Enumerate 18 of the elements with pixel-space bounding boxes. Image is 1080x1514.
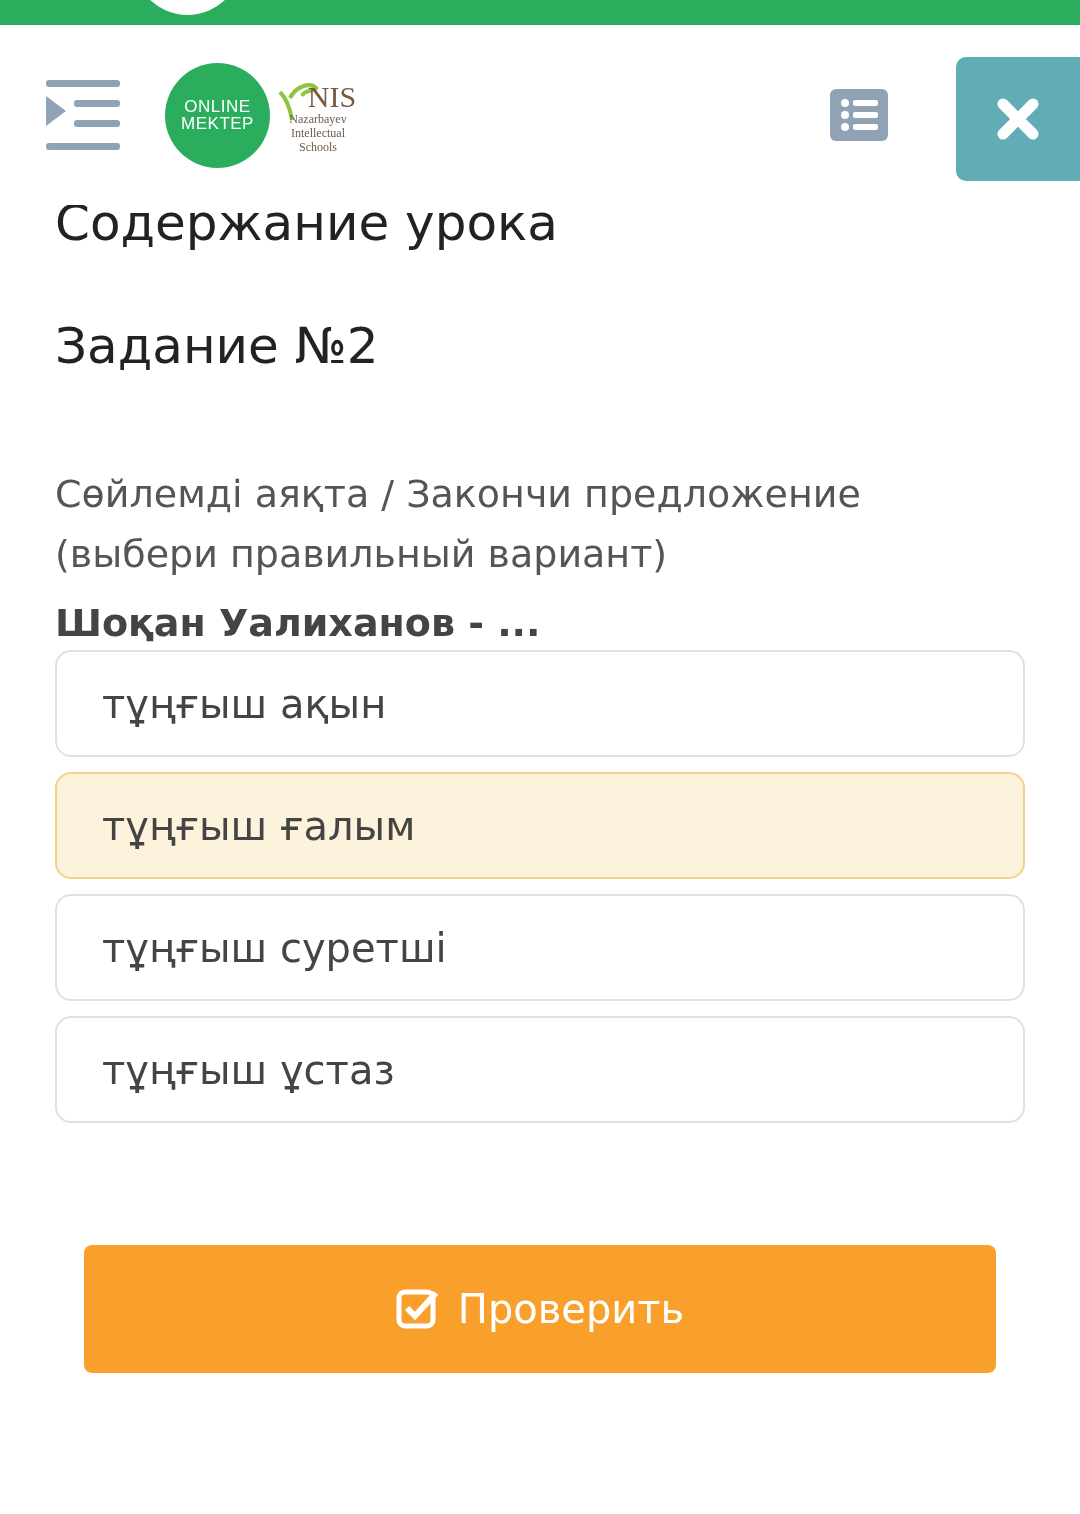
nis-logo-text: NIS bbox=[307, 82, 357, 112]
nis-logo-caption: Schools bbox=[299, 140, 337, 154]
checkbox-icon bbox=[395, 1287, 440, 1331]
nis-logo-caption: Intellectual bbox=[291, 126, 345, 140]
online-mektep-logo: ONLINE MEKTEP bbox=[165, 62, 270, 168]
answer-option[interactable]: тұңғыш ақын bbox=[55, 650, 1025, 757]
nis-logo-caption: Nazarbayev bbox=[289, 112, 347, 126]
answer-option[interactable]: тұңғыш суретші bbox=[55, 894, 1025, 1001]
close-icon bbox=[995, 96, 1041, 142]
lesson-title: Содержание урока bbox=[55, 193, 559, 253]
task-title: Задание №2 bbox=[55, 316, 380, 376]
question-text: Шоқан Уалиханов - ... bbox=[55, 600, 542, 647]
sidebar-toggle-icon[interactable] bbox=[46, 80, 120, 150]
answer-option[interactable]: тұңғыш ғалым bbox=[55, 772, 1025, 879]
instruction-text: Сөйлемді аяқта / Закончи предложение (выбери правильный вариант) bbox=[55, 471, 862, 578]
close-button[interactable] bbox=[956, 57, 1080, 181]
list-icon[interactable] bbox=[830, 89, 888, 141]
answer-option[interactable]: тұңғыш ұстаз bbox=[55, 1016, 1025, 1123]
